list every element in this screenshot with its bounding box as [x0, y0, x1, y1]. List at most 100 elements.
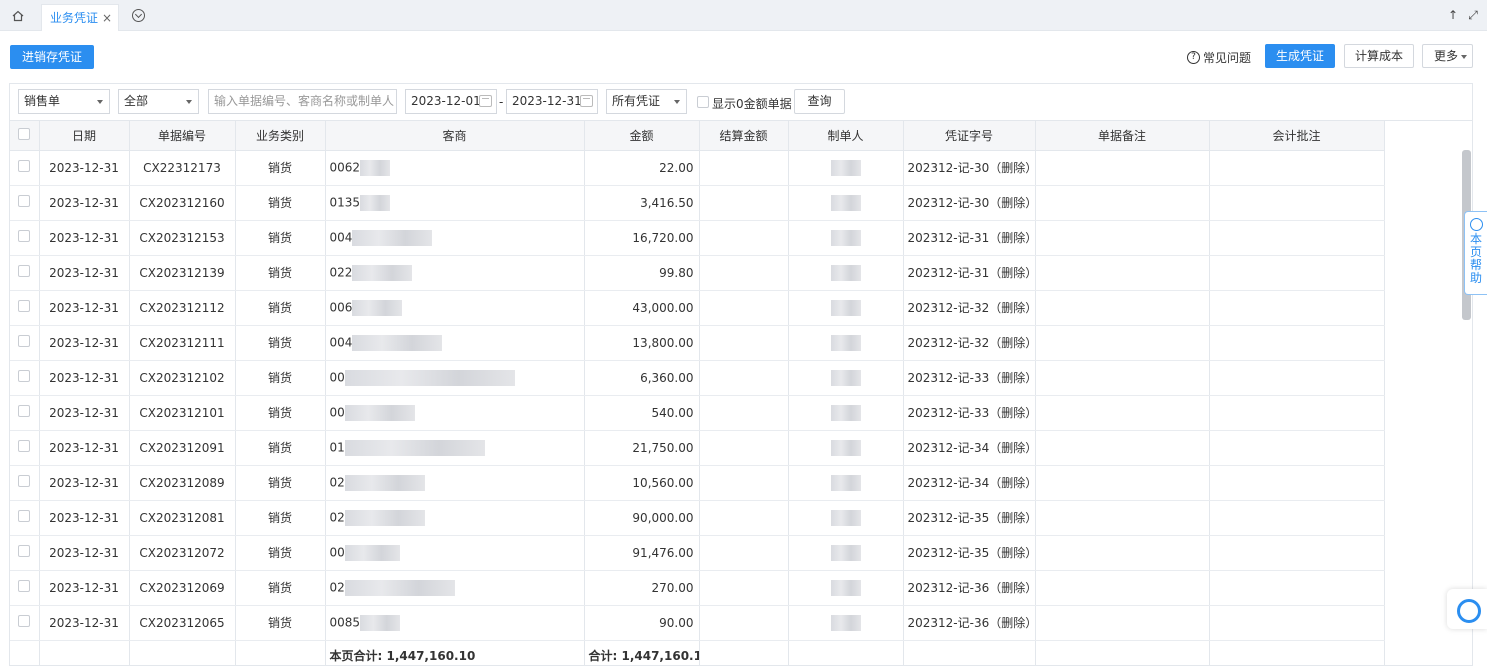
cell-doc-no[interactable]: CX202312112 [129, 290, 236, 326]
cell-voucher-no[interactable]: 202312-记-36（删除） [903, 605, 1036, 641]
cell-voucher-no[interactable]: 202312-记-34（删除） [903, 465, 1036, 501]
home-icon[interactable] [10, 8, 26, 24]
calendar-icon[interactable] [479, 95, 492, 107]
table-row[interactable]: 2023-12-31 CX202312153 销货 004 16,720.00 20231… [10, 220, 1385, 256]
col-settled[interactable]: 结算金额 [699, 121, 789, 151]
cell-doc-no[interactable]: CX22312173 [129, 150, 236, 186]
redacted-block [360, 194, 391, 211]
table-row[interactable]: 2023-12-31 CX202312111 销货 004 13,800.00 20231… [10, 325, 1385, 361]
cell-voucher-no[interactable]: 202312-记-32（删除） [903, 325, 1036, 361]
date-to-input[interactable]: 2023-12-31 [506, 89, 598, 114]
cell-doc-no[interactable]: CX202312111 [129, 325, 236, 361]
table-row[interactable]: 2023-12-31 CX202312160 销货 0135 3,416.50 20231… [10, 185, 1385, 221]
col-maker[interactable]: 制单人 [788, 121, 904, 151]
col-amount[interactable]: 金额 [584, 121, 700, 151]
table-row[interactable]: 2023-12-31 CX202312081 销货 02 90,000.00 202312… [10, 500, 1385, 536]
cell-settled [699, 605, 789, 641]
doc-type-select[interactable]: 销售单 [18, 89, 110, 114]
col-acct-note[interactable]: 会计批注 [1209, 121, 1385, 151]
redacted-block [830, 404, 861, 421]
search-input[interactable]: 输入单据编号、客商名称或制单人 [208, 89, 397, 114]
cell-doc-no[interactable]: CX202312065 [129, 605, 236, 641]
col-doc-no[interactable]: 单据编号 [129, 121, 236, 151]
cell-doc-no[interactable]: CX202312091 [129, 430, 236, 466]
cell-partner: 02 [325, 500, 585, 536]
table-row[interactable]: 2023-12-31 CX202312139 销货 022 99.80 202312-记-… [10, 255, 1385, 291]
row-checkbox[interactable] [18, 440, 31, 452]
show-zero-checkbox[interactable] [697, 96, 709, 108]
cell-doc-no[interactable]: CX202312160 [129, 185, 236, 221]
col-voucher-no[interactable]: 凭证字号 [903, 121, 1036, 151]
voucher-filter-select[interactable]: 所有凭证 [606, 89, 687, 114]
row-checkbox[interactable] [18, 195, 31, 207]
inventory-voucher-button[interactable]: 进销存凭证 [10, 45, 94, 69]
table-row[interactable]: 2023-12-31 CX202312072 销货 00 91,476.00 202312… [10, 535, 1385, 571]
row-checkbox[interactable] [18, 580, 31, 592]
cell-doc-no[interactable]: CX202312069 [129, 570, 236, 606]
cell-voucher-no[interactable]: 202312-记-31（删除） [903, 255, 1036, 291]
col-doc-note[interactable]: 单据备注 [1035, 121, 1210, 151]
more-label: 更多 [1434, 49, 1459, 63]
cell-voucher-no[interactable]: 202312-记-30（删除） [903, 185, 1036, 221]
calc-cost-button[interactable]: 计算成本 [1344, 44, 1414, 68]
row-checkbox[interactable] [18, 160, 31, 172]
cell-date: 2023-12-31 [39, 570, 130, 606]
cell-doc-no[interactable]: CX202312089 [129, 465, 236, 501]
query-button[interactable]: 查询 [794, 89, 845, 114]
cell-voucher-no[interactable]: 202312-记-36（删除） [903, 570, 1036, 606]
cell-voucher-no[interactable]: 202312-记-33（删除） [903, 395, 1036, 431]
col-date[interactable]: 日期 [39, 121, 130, 151]
table-row[interactable]: 2023-12-31 CX22312173 销货 0062 22.00 202312-记-… [10, 150, 1385, 186]
select-all-checkbox[interactable] [18, 127, 31, 140]
expand-icon[interactable]: ⤢ [1466, 8, 1480, 22]
table-row[interactable]: 2023-12-31 CX202312112 销货 006 43,000.00 20231… [10, 290, 1385, 326]
table-row[interactable]: 2023-12-31 CX202312101 销货 00 540.00 202312-记-… [10, 395, 1385, 431]
cell-acct-note [1209, 395, 1385, 431]
row-checkbox[interactable] [18, 370, 31, 382]
assistant-icon[interactable] [1447, 589, 1487, 629]
cell-voucher-no[interactable]: 202312-记-35（删除） [903, 500, 1036, 536]
table-row[interactable]: 2023-12-31 CX202312069 销货 02 270.00 202312-记-… [10, 570, 1385, 606]
row-checkbox[interactable] [18, 300, 31, 312]
cell-doc-no[interactable]: CX202312102 [129, 360, 236, 396]
status-select[interactable]: 全部 [118, 89, 199, 114]
partner-code: 0135 [329, 195, 361, 209]
row-checkbox[interactable] [18, 615, 31, 627]
table-row[interactable]: 2023-12-31 CX202312091 销货 01 21,750.00 202312… [10, 430, 1385, 466]
row-checkbox[interactable] [18, 510, 31, 522]
table-row[interactable]: 2023-12-31 CX202312089 销货 02 10,560.00 202312… [10, 465, 1385, 501]
cell-doc-no[interactable]: CX202312081 [129, 500, 236, 536]
tab-business-voucher[interactable]: 业务凭证 × [41, 4, 119, 31]
cell-voucher-no[interactable]: 202312-记-34（删除） [903, 430, 1036, 466]
row-checkbox[interactable] [18, 475, 31, 487]
total-cell [1035, 640, 1210, 665]
table-row[interactable]: 2023-12-31 CX202312065 销货 0085 90.00 202312-记… [10, 605, 1385, 641]
row-checkbox[interactable] [18, 545, 31, 557]
row-checkbox[interactable] [18, 405, 31, 417]
calendar-icon[interactable] [580, 95, 593, 107]
cell-voucher-no[interactable]: 202312-记-33（删除） [903, 360, 1036, 396]
more-button[interactable]: 更多 [1422, 44, 1473, 68]
cell-voucher-no[interactable]: 202312-记-35（删除） [903, 535, 1036, 571]
cell-doc-no[interactable]: CX202312072 [129, 535, 236, 571]
arrow-up-icon[interactable]: ↑ [1446, 8, 1460, 22]
row-checkbox[interactable] [18, 335, 31, 347]
cell-doc-no[interactable]: CX202312101 [129, 395, 236, 431]
row-checkbox[interactable] [18, 230, 31, 242]
cell-voucher-no[interactable]: 202312-记-32（删除） [903, 290, 1036, 326]
col-partner[interactable]: 客商 [325, 121, 585, 151]
cell-partner: 0062 [325, 150, 585, 186]
cell-voucher-no[interactable]: 202312-记-31（删除） [903, 220, 1036, 256]
col-type[interactable]: 业务类别 [235, 121, 326, 151]
chevron-down-icon[interactable] [132, 9, 145, 22]
cell-voucher-no[interactable]: 202312-记-30（删除） [903, 150, 1036, 186]
row-checkbox[interactable] [18, 265, 31, 277]
cell-doc-no[interactable]: CX202312153 [129, 220, 236, 256]
page-help-tab[interactable]: 本 页 帮 助 [1464, 211, 1487, 295]
cell-doc-no[interactable]: CX202312139 [129, 255, 236, 291]
table-row[interactable]: 2023-12-31 CX202312102 销货 00 6,360.00 202312-… [10, 360, 1385, 396]
close-icon[interactable]: × [102, 5, 112, 31]
date-from-input[interactable]: 2023-12-01 [405, 89, 497, 114]
faq-link[interactable]: ? 常见问题 [1187, 50, 1251, 66]
generate-voucher-button[interactable]: 生成凭证 [1265, 44, 1335, 68]
